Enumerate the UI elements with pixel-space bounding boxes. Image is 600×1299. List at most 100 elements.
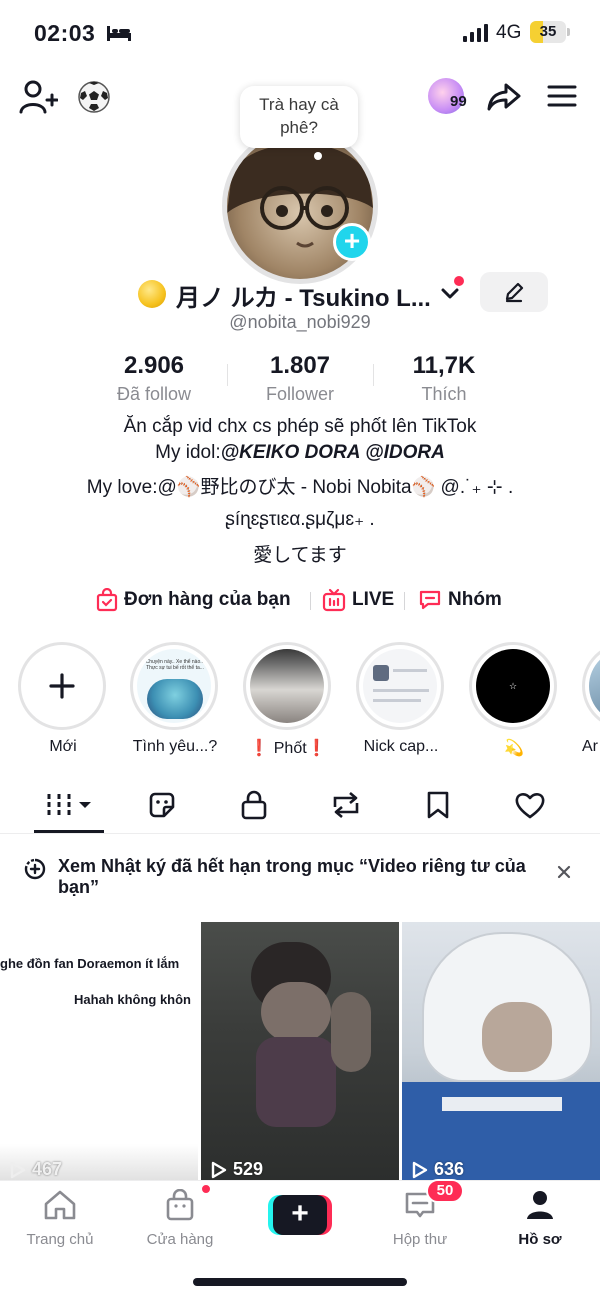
highlight-label: 💫 bbox=[504, 740, 524, 757]
nav-shop-label: Cửa hàng bbox=[146, 1231, 214, 1248]
tab-reposts-sticker[interactable] bbox=[132, 780, 192, 830]
menu-button[interactable] bbox=[546, 82, 578, 110]
video-thumbnail[interactable]: ghe đồn fan Doraemon ít lắm Hahah không … bbox=[0, 922, 198, 1182]
bio-idol-mentions[interactable]: @KEIKO DORA @IDORA bbox=[221, 442, 445, 463]
shop-bag-icon bbox=[166, 1189, 194, 1221]
stat-following-label: Đã follow bbox=[116, 384, 192, 404]
chevron-down-icon[interactable] bbox=[440, 284, 460, 304]
nav-profile-label: Hồ sơ bbox=[518, 1231, 562, 1248]
plus-icon bbox=[49, 673, 75, 699]
play-icon bbox=[211, 1161, 227, 1178]
stat-likes-value: 11,7K bbox=[412, 352, 476, 379]
stat-followers[interactable]: 1.807 Follower bbox=[220, 352, 380, 405]
add-friend-button[interactable] bbox=[18, 78, 58, 118]
highlight-item[interactable]: Ar bbox=[582, 642, 600, 756]
notification-dot bbox=[454, 276, 464, 286]
stat-likes[interactable]: 11,7K Thích bbox=[364, 352, 524, 405]
active-tab-indicator bbox=[34, 830, 104, 833]
grid-videos-icon bbox=[47, 794, 91, 816]
liked-heart-icon bbox=[515, 793, 545, 819]
notice-close-button[interactable] bbox=[552, 860, 576, 884]
stat-followers-label: Follower bbox=[265, 384, 335, 404]
video-views-count: 467 bbox=[32, 1159, 63, 1179]
name-row: 月ノ ルカ - Tsukino L... bbox=[0, 272, 600, 313]
note-bubble[interactable]: Trà hay cà phê? bbox=[240, 86, 358, 148]
status-time: 02:03 bbox=[34, 20, 96, 46]
highlight-new[interactable]: Mới bbox=[18, 642, 108, 756]
friends-button[interactable]: 99 bbox=[428, 78, 474, 114]
highlight-item[interactable]: Nick cap... bbox=[356, 642, 446, 756]
tab-private[interactable] bbox=[224, 780, 284, 830]
add-story-plus-icon[interactable]: + bbox=[333, 223, 371, 261]
video-thumbnail[interactable]: 529 bbox=[201, 922, 399, 1182]
stat-following[interactable]: 2.906 Đã follow bbox=[74, 352, 234, 405]
bio-line: 愛してます bbox=[253, 545, 347, 566]
highlight-item[interactable]: Chuyện này.. Xe thể nào... Thực sự tui b… bbox=[130, 642, 220, 756]
tab-videos[interactable] bbox=[40, 780, 102, 830]
add-circle-icon bbox=[24, 858, 46, 880]
friends-count: 99 bbox=[450, 93, 467, 110]
video-views-count: 636 bbox=[434, 1159, 465, 1179]
orders-link[interactable]: Đơn hàng của bạn bbox=[96, 586, 291, 614]
video-caption: ghe đồn fan Doraemon ít lắm bbox=[0, 956, 180, 971]
stat-following-value: 2.906 bbox=[123, 352, 185, 379]
add-friend-icon bbox=[19, 80, 58, 114]
video-views: 636 bbox=[412, 1159, 464, 1180]
video-views-count: 529 bbox=[233, 1159, 264, 1179]
nav-shop[interactable]: Cửa hàng bbox=[130, 1187, 230, 1248]
reposts-sticker-icon bbox=[149, 792, 175, 818]
video-views: 467 bbox=[10, 1159, 62, 1180]
shop-notification-dot bbox=[200, 1183, 212, 1195]
moon-emoji-icon bbox=[138, 280, 166, 308]
profile-links-row: Đơn hàng của bạn LIVE Nhóm bbox=[0, 586, 600, 614]
notice-text: Xem Nhật ký đã hết hạn trong mục “Video … bbox=[58, 856, 526, 897]
live-link[interactable]: LIVE bbox=[322, 586, 394, 614]
share-profile-button[interactable] bbox=[486, 80, 522, 114]
highlight-item[interactable]: ❗ Phốt❗ bbox=[243, 642, 333, 758]
live-tv-icon bbox=[322, 588, 346, 612]
highlight-label: Tình yêu...? bbox=[132, 738, 218, 755]
video-thumbnail[interactable]: 636 bbox=[402, 922, 600, 1182]
link-divider bbox=[404, 592, 405, 610]
video-caption: Hahah không khôn bbox=[74, 992, 191, 1007]
link-divider bbox=[310, 592, 311, 610]
expired-diary-notice[interactable]: Xem Nhật ký đã hết hạn trong mục “Video … bbox=[0, 846, 600, 916]
menu-icon bbox=[547, 85, 577, 107]
highlight-item[interactable]: ☆ 💫 bbox=[469, 642, 559, 758]
battery-level: 35 bbox=[539, 23, 557, 40]
bio-line: My idol:@KEIKO DORA @IDORA bbox=[0, 442, 600, 464]
tab-liked[interactable] bbox=[500, 780, 560, 830]
bio-line: My love:@⚾野比のび太 - Nobi Nobita⚾ @.˙₊ ⊹ . bbox=[86, 477, 514, 498]
tab-reposts[interactable] bbox=[316, 780, 376, 830]
highlight-label: ❗ Phốt❗ bbox=[249, 740, 327, 757]
bio-idol-prefix: My idol: bbox=[155, 442, 221, 463]
group-link[interactable]: Nhóm bbox=[418, 586, 502, 614]
display-name[interactable]: 月ノ ルカ - Tsukino L... bbox=[176, 278, 431, 313]
create-plus-icon: + bbox=[273, 1195, 327, 1235]
bed-icon bbox=[107, 26, 131, 41]
home-indicator bbox=[193, 1278, 407, 1286]
highlight-label: Nick cap... bbox=[363, 738, 439, 755]
nav-home-label: Trang chủ bbox=[26, 1231, 94, 1248]
bio-line: Ăn cắp vid chx cs phép sẽ phốt lên TikTo… bbox=[123, 416, 477, 437]
status-bar: 02:03 4G 35 bbox=[0, 0, 600, 62]
nav-home[interactable]: Trang chủ bbox=[10, 1187, 110, 1248]
tab-favorites[interactable] bbox=[408, 780, 468, 830]
profile-tabs bbox=[0, 780, 600, 834]
stat-likes-label: Thích bbox=[421, 384, 467, 404]
favorites-bookmark-icon bbox=[427, 791, 449, 819]
signal-icon bbox=[463, 24, 488, 42]
soccer-ball-button[interactable] bbox=[76, 78, 112, 116]
nav-inbox-label: Hộp thư bbox=[392, 1231, 448, 1248]
inbox-badge: 50 bbox=[426, 1179, 464, 1203]
shopping-bag-icon bbox=[96, 588, 118, 612]
highlight-label: Ar bbox=[582, 738, 598, 755]
nav-profile[interactable]: Hồ sơ bbox=[490, 1187, 590, 1248]
stat-followers-value: 1.807 bbox=[269, 352, 331, 379]
bio-line: ʂíɳɛʂτιɛα.ʂμζμɛ₊ . bbox=[225, 509, 375, 530]
highlight-label: Mới bbox=[49, 738, 77, 755]
create-button[interactable]: + bbox=[268, 1195, 332, 1235]
private-lock-icon bbox=[241, 790, 267, 820]
network-type: 4G bbox=[496, 22, 522, 43]
edit-profile-button[interactable] bbox=[480, 272, 548, 312]
